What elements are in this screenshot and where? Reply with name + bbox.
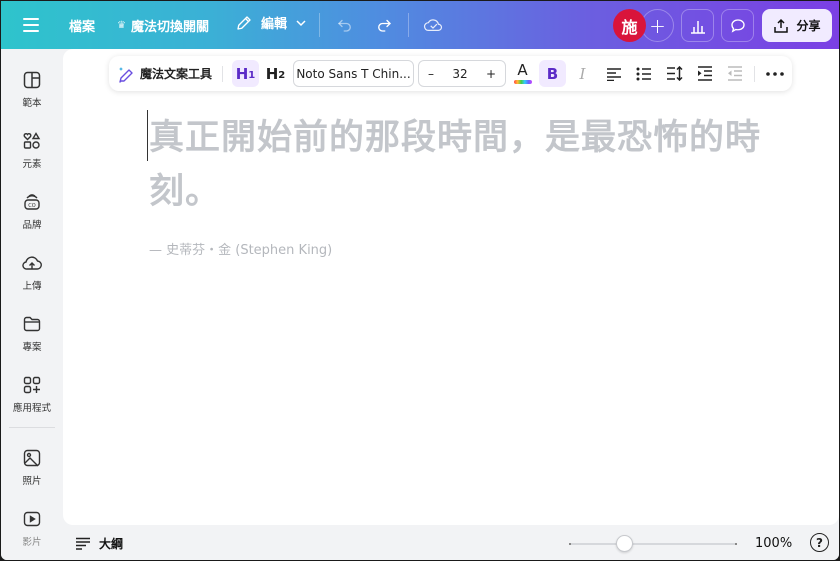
speech-bubble-icon: [730, 18, 745, 33]
zoom-slider[interactable]: [569, 535, 737, 552]
template-icon: [23, 71, 41, 89]
apps-icon: [23, 376, 41, 394]
file-menu-button[interactable]: 檔案: [69, 16, 95, 35]
heading-1-button[interactable]: H1: [232, 60, 259, 87]
slider-min-tick: [569, 543, 571, 545]
align-left-icon[interactable]: [600, 60, 627, 87]
folder-icon: [23, 316, 41, 332]
share-button[interactable]: 分享: [762, 9, 832, 42]
sidebar-item-label: 專案: [22, 342, 42, 353]
text-color-label: A: [517, 61, 528, 79]
magic-pen-icon: [119, 66, 133, 83]
bottom-bar: 大綱 100% ?: [63, 525, 839, 560]
toolbar-divider: [754, 66, 755, 82]
font-size-input[interactable]: 32: [452, 67, 467, 81]
app-window: 檔案 ♛ 魔法切換開關 編輯 + 施 分享 範本 元素 CO 品牌 上傳 專案 …: [1, 1, 839, 560]
sidebar-item-label: 品牌: [22, 220, 42, 231]
pencil-icon: [237, 15, 251, 30]
heading-2-button[interactable]: H2: [262, 60, 289, 87]
comment-button[interactable]: [721, 9, 754, 42]
sidebar-item-label: 上傳: [22, 281, 42, 292]
sidebar: 範本 元素 CO 品牌 上傳 專案 應用程式 照片 影片: [1, 49, 63, 560]
help-button[interactable]: ?: [810, 533, 829, 552]
brand-icon: CO: [24, 194, 40, 210]
increase-font-size-button[interactable]: +: [486, 67, 496, 81]
h1-label: H: [235, 64, 249, 83]
sidebar-item-elements[interactable]: 元素: [1, 130, 63, 186]
svg-text:CO: CO: [28, 203, 35, 209]
font-family-dropdown[interactable]: Noto Sans T Chin...: [293, 60, 414, 87]
sidebar-item-templates[interactable]: 範本: [1, 69, 63, 125]
topbar-divider: [408, 13, 409, 37]
video-icon: [23, 511, 41, 527]
text-color-button[interactable]: A: [509, 60, 536, 87]
undo-icon[interactable]: [333, 13, 357, 37]
bar-chart-icon: [690, 20, 705, 34]
text-toolbar: 魔法文案工具 H1 H2 Noto Sans T Chin... – 32 + …: [109, 56, 792, 91]
outline-button[interactable]: 大綱: [75, 535, 123, 552]
redo-icon[interactable]: [372, 13, 396, 37]
slider-max-tick: [735, 543, 737, 545]
sidebar-item-projects[interactable]: 專案: [1, 313, 63, 369]
crown-icon: ♛: [117, 20, 126, 31]
rainbow-color-bar: [513, 80, 532, 84]
outdent-icon[interactable]: [721, 60, 748, 87]
sidebar-item-label: 範本: [22, 98, 42, 109]
sidebar-item-label: 照片: [22, 476, 42, 487]
h2-sub: 2: [278, 70, 286, 81]
h2-label: H: [265, 64, 279, 83]
hamburger-menu-icon[interactable]: [21, 15, 41, 35]
topbar-divider: [319, 13, 320, 37]
quote-text[interactable]: 真正開始前的那段時間，是最恐怖的時刻。: [149, 111, 769, 219]
cloud-upload-icon: [22, 256, 42, 270]
sidebar-item-videos[interactable]: 影片: [1, 508, 63, 560]
magic-switch-button[interactable]: ♛ 魔法切換開關: [117, 16, 209, 35]
more-horizontal-icon[interactable]: [761, 60, 788, 87]
bullet-list-icon[interactable]: [630, 60, 657, 87]
zoom-slider-thumb[interactable]: [615, 535, 633, 552]
decrease-font-size-button[interactable]: –: [428, 67, 434, 81]
sidebar-item-photos[interactable]: 照片: [1, 447, 63, 503]
sidebar-item-apps[interactable]: 應用程式: [1, 374, 63, 430]
avatar[interactable]: 施: [613, 9, 646, 42]
outline-icon: [76, 537, 90, 550]
upload-icon: [774, 18, 789, 33]
text-caret: [147, 110, 148, 161]
font-size-stepper: – 32 +: [418, 60, 506, 87]
chevron-down-icon: [296, 19, 306, 26]
zoom-level[interactable]: 100%: [755, 536, 792, 551]
sidebar-item-uploads[interactable]: 上傳: [1, 252, 63, 308]
indent-icon[interactable]: [691, 60, 718, 87]
sidebar-item-brand[interactable]: CO 品牌: [1, 191, 63, 247]
bold-button[interactable]: B: [539, 60, 566, 87]
magic-write-label: 魔法文案工具: [140, 67, 213, 81]
sidebar-divider: [9, 427, 55, 428]
top-bar: 檔案 ♛ 魔法切換開關 編輯 + 施 分享: [1, 1, 839, 49]
photo-icon: [23, 449, 41, 467]
outline-label: 大綱: [99, 537, 124, 551]
insights-button[interactable]: [681, 9, 714, 42]
toolbar-divider: [222, 66, 223, 82]
share-label: 分享: [796, 19, 821, 33]
quote-author[interactable]: — 史蒂芬・金 (Stephen King): [149, 239, 332, 258]
sidebar-item-label: 影片: [22, 537, 42, 548]
magic-write-button[interactable]: 魔法文案工具: [117, 60, 212, 87]
magic-switch-label: 魔法切換開關: [130, 20, 209, 35]
design-canvas[interactable]: 真正開始前的那段時間，是最恐怖的時刻。 — 史蒂芬・金 (Stephen Kin…: [63, 49, 839, 525]
italic-button[interactable]: I: [569, 60, 596, 87]
sidebar-item-label: 元素: [22, 159, 42, 170]
elements-icon: [23, 132, 41, 149]
edit-mode-dropdown[interactable]: 編輯: [235, 13, 307, 32]
cloud-check-icon[interactable]: [421, 13, 445, 37]
line-spacing-icon[interactable]: [661, 60, 688, 87]
edit-mode-label: 編輯: [261, 17, 288, 32]
h1-sub: 1: [248, 70, 256, 81]
sidebar-item-label: 應用程式: [12, 403, 51, 414]
